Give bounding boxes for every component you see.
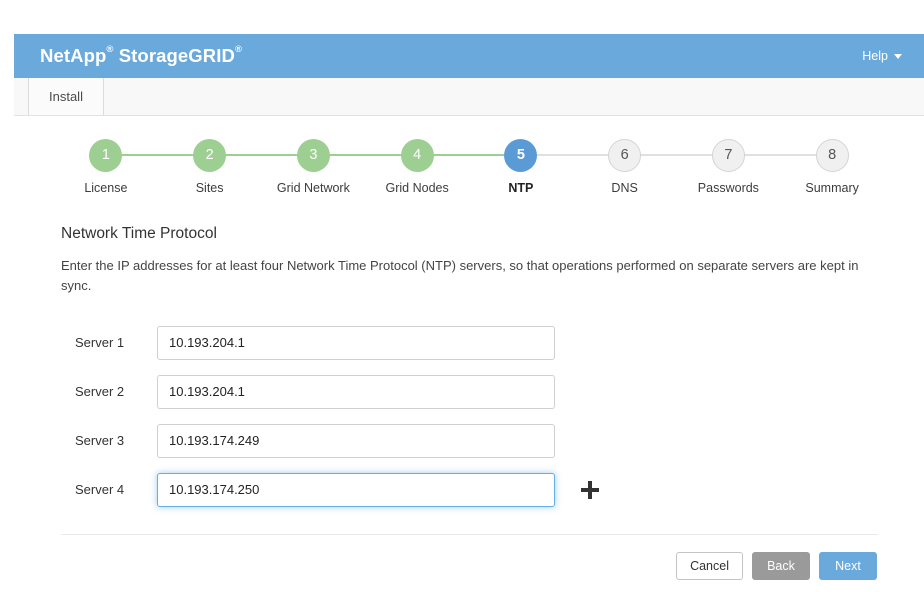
tab-bar: Install [14, 78, 924, 116]
brand-registered-mark-2: ® [235, 44, 242, 55]
app-header: NetApp® StorageGRID® Help [14, 34, 924, 78]
step-circle-wrap: 5 [469, 138, 573, 172]
ntp-server-form: Server 1 Server 2 Server 3 Server 4 [61, 318, 890, 514]
step-label-sites: Sites [196, 181, 224, 195]
wizard-footer: Cancel Back Next [48, 552, 877, 580]
step-number-badge: 4 [401, 139, 434, 172]
input-server-3[interactable] [157, 424, 555, 458]
page-description: Enter the IP addresses for at least four… [61, 256, 890, 296]
step-label-license: License [84, 181, 127, 195]
wizard-step-passwords[interactable]: 7 Passwords [677, 138, 781, 195]
tab-install-label: Install [49, 89, 83, 104]
wizard-step-ntp[interactable]: 5 NTP [469, 138, 573, 195]
cancel-button[interactable]: Cancel [676, 552, 743, 580]
step-circle-wrap: 7 [677, 138, 781, 172]
step-number-badge: 3 [297, 139, 330, 172]
form-row-server-2: Server 2 [61, 367, 890, 416]
step-circle-wrap: 8 [780, 138, 884, 172]
footer-divider [61, 534, 878, 535]
input-server-2[interactable] [157, 375, 555, 409]
step-number-badge: 7 [712, 139, 745, 172]
step-number-badge: 2 [193, 139, 226, 172]
wizard-step-grid-nodes[interactable]: 4 Grid Nodes [365, 138, 469, 195]
step-number-badge: 8 [816, 139, 849, 172]
input-server-4[interactable] [157, 473, 555, 507]
help-label: Help [862, 49, 888, 63]
tab-install[interactable]: Install [28, 78, 104, 115]
wizard-step-dns[interactable]: 6 DNS [573, 138, 677, 195]
label-server-3: Server 3 [61, 433, 157, 448]
step-number-badge: 1 [89, 139, 122, 172]
input-server-1[interactable] [157, 326, 555, 360]
form-row-server-3: Server 3 [61, 416, 890, 465]
step-label-grid-nodes: Grid Nodes [386, 181, 449, 195]
step-circle-wrap: 6 [573, 138, 677, 172]
step-circle-wrap: 2 [158, 138, 262, 172]
form-row-server-1: Server 1 [61, 318, 890, 367]
step-label-passwords: Passwords [698, 181, 759, 195]
help-menu[interactable]: Help [862, 49, 902, 63]
brand-name: NetApp [40, 45, 106, 66]
app-window: NetApp® StorageGRID® Help Install 1 Lice… [14, 34, 924, 592]
label-server-1: Server 1 [61, 335, 157, 350]
step-number-badge: 6 [608, 139, 641, 172]
step-label-grid-network: Grid Network [277, 181, 350, 195]
step-label-dns: DNS [611, 181, 637, 195]
step-number-badge: 5 [504, 139, 537, 172]
brand-logo: NetApp® StorageGRID® [40, 45, 242, 67]
wizard-stepper: 1 License 2 Sites 3 Grid Network [48, 138, 890, 195]
chevron-down-icon [894, 54, 902, 59]
brand-registered-mark-1: ® [106, 44, 113, 55]
form-row-server-4: Server 4 [61, 465, 890, 514]
page-title: Network Time Protocol [61, 225, 890, 243]
page-content: 1 License 2 Sites 3 Grid Network [14, 138, 924, 580]
step-circle-wrap: 1 [54, 138, 158, 172]
label-server-4: Server 4 [61, 482, 157, 497]
wizard-step-grid-network[interactable]: 3 Grid Network [262, 138, 366, 195]
label-server-2: Server 2 [61, 384, 157, 399]
step-label-ntp: NTP [508, 181, 533, 195]
wizard-step-sites[interactable]: 2 Sites [158, 138, 262, 195]
step-circle-wrap: 3 [262, 138, 366, 172]
brand-product: StorageGRID [119, 45, 235, 66]
back-button[interactable]: Back [752, 552, 810, 580]
step-label-summary: Summary [805, 181, 858, 195]
step-circle-wrap: 4 [365, 138, 469, 172]
wizard-step-summary[interactable]: 8 Summary [780, 138, 884, 195]
plus-icon[interactable] [579, 479, 601, 501]
next-button[interactable]: Next [819, 552, 877, 580]
wizard-step-license[interactable]: 1 License [54, 138, 158, 195]
